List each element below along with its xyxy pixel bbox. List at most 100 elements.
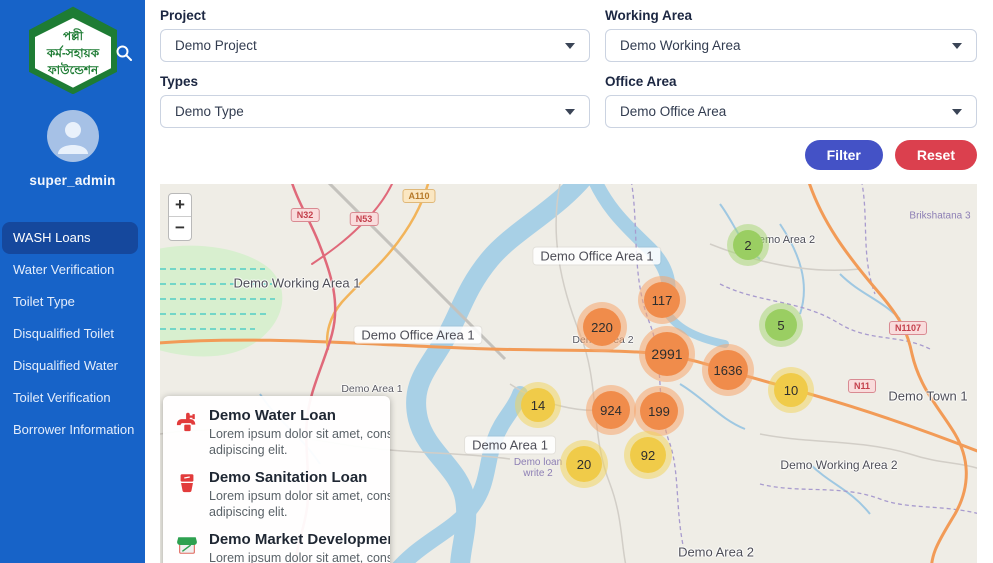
cluster-count: 20: [577, 457, 591, 472]
filter-button[interactable]: Filter: [805, 140, 883, 170]
sidebar-item-disqualified-toilet[interactable]: Disqualified Toilet: [0, 318, 145, 350]
road-badge: N53: [350, 212, 379, 226]
map-label: Demo Town 1: [888, 389, 967, 404]
filter-panel: Project Demo Project Working Area Demo W…: [160, 8, 977, 170]
filter-actions: Filter Reset: [605, 140, 977, 170]
types-select[interactable]: Demo Type: [160, 95, 590, 128]
sidebar-item-toilet-type[interactable]: Toilet Type: [0, 286, 145, 318]
office-area-select-value: Demo Office Area: [620, 104, 726, 119]
map-cluster[interactable]: 5: [765, 309, 797, 341]
map-label: Demo Area 2: [678, 545, 754, 560]
working-area-select-value: Demo Working Area: [620, 38, 741, 53]
cluster-count: 924: [600, 403, 622, 418]
cluster-count: 92: [641, 448, 655, 463]
faucet-icon: [176, 407, 200, 458]
cluster-count: 117: [652, 293, 673, 308]
map-cluster[interactable]: 220: [583, 308, 621, 346]
svg-text:ফাউন্ডেশন: ফাউন্ডেশন: [46, 62, 98, 77]
working-area-select[interactable]: Demo Working Area: [605, 29, 977, 62]
legend-desc: Lorem ipsum dolor sit amet, consectetur …: [209, 488, 390, 520]
legend-item-market-loan: Demo Market Development Loan Lorem ipsum…: [176, 531, 390, 563]
toilet-icon: [176, 469, 200, 520]
chevron-down-icon: [565, 109, 575, 115]
org-logo: পল্লী কর্ম-সহায়ক ফাউন্ডেশন: [27, 6, 119, 94]
office-area-field: Office Area Demo Office Area Filter Rese…: [605, 74, 977, 170]
map-cluster[interactable]: 2: [733, 230, 763, 260]
project-select-value: Demo Project: [175, 38, 257, 53]
logo-hexagon-icon: পল্লী কর্ম-সহায়ক ফাউন্ডেশন: [27, 6, 119, 94]
map-cluster[interactable]: 117: [644, 282, 680, 318]
cluster-count: 1636: [714, 363, 743, 378]
cluster-count: 199: [648, 404, 670, 419]
legend-item-sanitation-loan: Demo Sanitation Loan Lorem ipsum dolor s…: [176, 469, 390, 520]
project-label: Project: [160, 8, 590, 23]
map-cluster[interactable]: 20: [566, 446, 602, 482]
search-icon[interactable]: [115, 44, 133, 62]
types-label: Types: [160, 74, 590, 89]
map-label: Demo Area 1: [341, 383, 402, 395]
types-field: Types Demo Type: [160, 74, 590, 170]
legend-title: Demo Water Loan: [209, 407, 390, 424]
map-label: Demo Working Area 2: [780, 458, 897, 472]
road-badge: N1107: [889, 321, 927, 335]
chevron-down-icon: [952, 109, 962, 115]
legend-text-block: Demo Sanitation Loan Lorem ipsum dolor s…: [209, 469, 390, 520]
logo-wrap: পল্লী কর্ম-সহায়ক ফাউন্ডেশন: [0, 0, 145, 94]
map-label: Demo Office Area 1: [354, 327, 481, 344]
map-cluster[interactable]: 92: [630, 437, 666, 473]
road-badge: N11: [848, 379, 876, 393]
map-label: Demo Working Area 1: [234, 276, 361, 291]
svg-text:পল্লী: পল্লী: [62, 28, 83, 43]
map-cluster[interactable]: 14: [521, 388, 555, 422]
cluster-count: 220: [591, 320, 613, 335]
zoom-in-button[interactable]: +: [169, 194, 191, 217]
legend-title: Demo Sanitation Loan: [209, 469, 390, 486]
sidebar-item-wash-loans[interactable]: WASH Loans: [2, 222, 138, 254]
sidebar-nav: WASH Loans Water Verification Toilet Typ…: [0, 222, 145, 446]
map-label: Demo Area 1: [465, 437, 555, 454]
sidebar-item-borrower-information[interactable]: Borrower Information: [0, 414, 145, 446]
map-zoom-control: + −: [168, 193, 192, 241]
working-area-label: Working Area: [605, 8, 977, 23]
map[interactable]: + − Demo Working Area 1 Demo Office Area…: [160, 184, 977, 563]
working-area-field: Working Area Demo Working Area: [605, 8, 977, 74]
map-cluster[interactable]: 10: [774, 373, 808, 407]
map-cluster[interactable]: 924: [592, 391, 630, 429]
legend-desc: Lorem ipsum dolor sit amet, consectetur …: [209, 550, 390, 563]
map-cluster[interactable]: 2991: [645, 332, 689, 376]
map-label: Demo Office Area 1: [533, 248, 660, 265]
person-icon: [47, 110, 99, 162]
types-select-value: Demo Type: [175, 104, 244, 119]
storefront-icon: [176, 531, 200, 563]
cluster-count: 5: [777, 318, 784, 333]
office-area-label: Office Area: [605, 74, 977, 89]
sidebar-item-water-verification[interactable]: Water Verification: [0, 254, 145, 286]
sidebar: পল্লী কর্ম-সহায়ক ফাউন্ডেশন super_admin …: [0, 0, 145, 563]
project-select[interactable]: Demo Project: [160, 29, 590, 62]
sidebar-item-toilet-verification[interactable]: Toilet Verification: [0, 382, 145, 414]
sidebar-item-disqualified-water[interactable]: Disqualified Water: [0, 350, 145, 382]
map-cluster[interactable]: 199: [640, 392, 678, 430]
app-root: পল্লী কর্ম-সহায়ক ফাউন্ডেশন super_admin …: [0, 0, 993, 563]
map-cluster[interactable]: 1636: [708, 350, 748, 390]
legend-text-block: Demo Water Loan Lorem ipsum dolor sit am…: [209, 407, 390, 458]
road-badge: A110: [402, 189, 435, 203]
legend-text-block: Demo Market Development Loan Lorem ipsum…: [209, 531, 390, 563]
zoom-out-button[interactable]: −: [169, 217, 191, 240]
cluster-count: 2991: [651, 346, 682, 362]
road-badge: N32: [291, 208, 320, 222]
reset-button[interactable]: Reset: [895, 140, 977, 170]
chevron-down-icon: [952, 43, 962, 49]
map-label: Brikshatana 3: [909, 211, 970, 222]
legend-title: Demo Market Development Loan: [209, 531, 390, 548]
project-field: Project Demo Project: [160, 8, 590, 74]
office-area-select[interactable]: Demo Office Area: [605, 95, 977, 128]
main-content: Project Demo Project Working Area Demo W…: [145, 0, 993, 563]
legend-desc: Lorem ipsum dolor sit amet, consectetur …: [209, 426, 390, 458]
username: super_admin: [0, 173, 145, 188]
cluster-count: 2: [744, 238, 751, 253]
cluster-count: 14: [531, 398, 545, 413]
svg-text:কর্ম-সহায়ক: কর্ম-সহায়ক: [45, 45, 99, 60]
legend-item-water-loan: Demo Water Loan Lorem ipsum dolor sit am…: [176, 407, 390, 458]
user-avatar: [47, 110, 99, 162]
